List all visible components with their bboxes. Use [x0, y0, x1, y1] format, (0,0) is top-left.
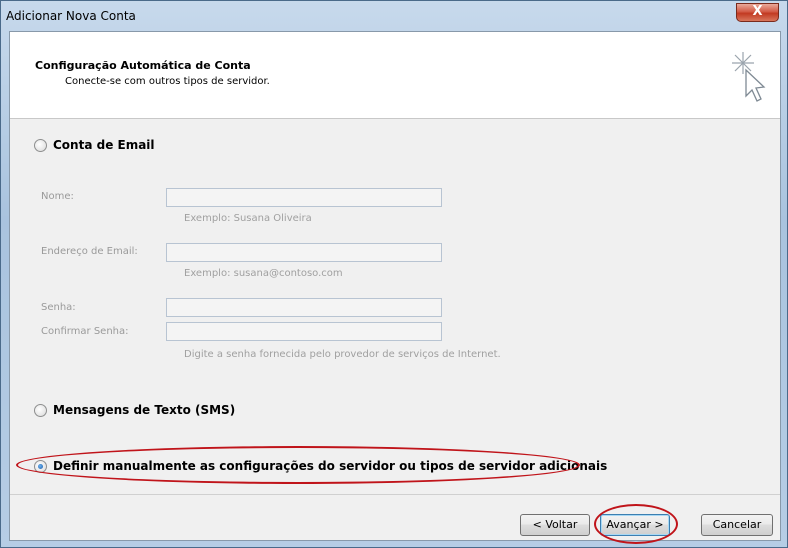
- name-field[interactable]: [166, 188, 442, 207]
- sms-label: Mensagens de Texto (SMS): [53, 403, 236, 417]
- wizard-cursor-sparkle-icon: [732, 52, 766, 102]
- confirm-password-label: Confirmar Senha:: [41, 326, 129, 337]
- password-label: Senha:: [41, 302, 76, 313]
- close-button[interactable]: X: [736, 3, 779, 22]
- next-button[interactable]: Avançar >: [600, 514, 670, 536]
- manual-config-label: Definir manualmente as configurações do …: [53, 459, 608, 473]
- name-label: Nome:: [41, 191, 74, 202]
- cancel-button[interactable]: Cancelar: [701, 514, 773, 536]
- email-label: Endereço de Email:: [41, 246, 138, 257]
- sms-option[interactable]: Mensagens de Texto (SMS): [34, 403, 235, 417]
- manual-config-radio[interactable]: [34, 459, 47, 473]
- email-field[interactable]: [166, 243, 442, 262]
- name-hint: Exemplo: Susana Oliveira: [184, 213, 312, 224]
- email-hint: Exemplo: susana@contoso.com: [184, 268, 343, 279]
- title-bar[interactable]: Adicionar Nova Conta X: [1, 1, 787, 31]
- wizard-header: Configuração Automática de Conta Conecte…: [10, 32, 780, 119]
- email-account-radio[interactable]: [34, 138, 47, 152]
- manual-config-option[interactable]: Definir manualmente as configurações do …: [34, 459, 607, 473]
- confirm-password-field[interactable]: [166, 322, 442, 341]
- password-hint: Digite a senha fornecida pelo provedor d…: [184, 349, 501, 360]
- email-account-label: Conta de Email: [53, 138, 155, 152]
- footer-divider: [10, 494, 780, 495]
- header-title: Configuração Automática de Conta: [35, 59, 251, 72]
- back-button[interactable]: < Voltar: [520, 514, 590, 536]
- email-account-option[interactable]: Conta de Email: [34, 138, 155, 152]
- sms-radio[interactable]: [34, 403, 47, 417]
- password-field[interactable]: [166, 298, 442, 317]
- add-account-window: Adicionar Nova Conta X Configuração Auto…: [0, 0, 788, 548]
- close-icon: X: [752, 4, 763, 19]
- dialog-body: Configuração Automática de Conta Conecte…: [9, 31, 781, 544]
- header-subtitle: Conecte-se com outros tipos de servidor.: [65, 76, 270, 87]
- window-title: Adicionar Nova Conta: [6, 9, 136, 23]
